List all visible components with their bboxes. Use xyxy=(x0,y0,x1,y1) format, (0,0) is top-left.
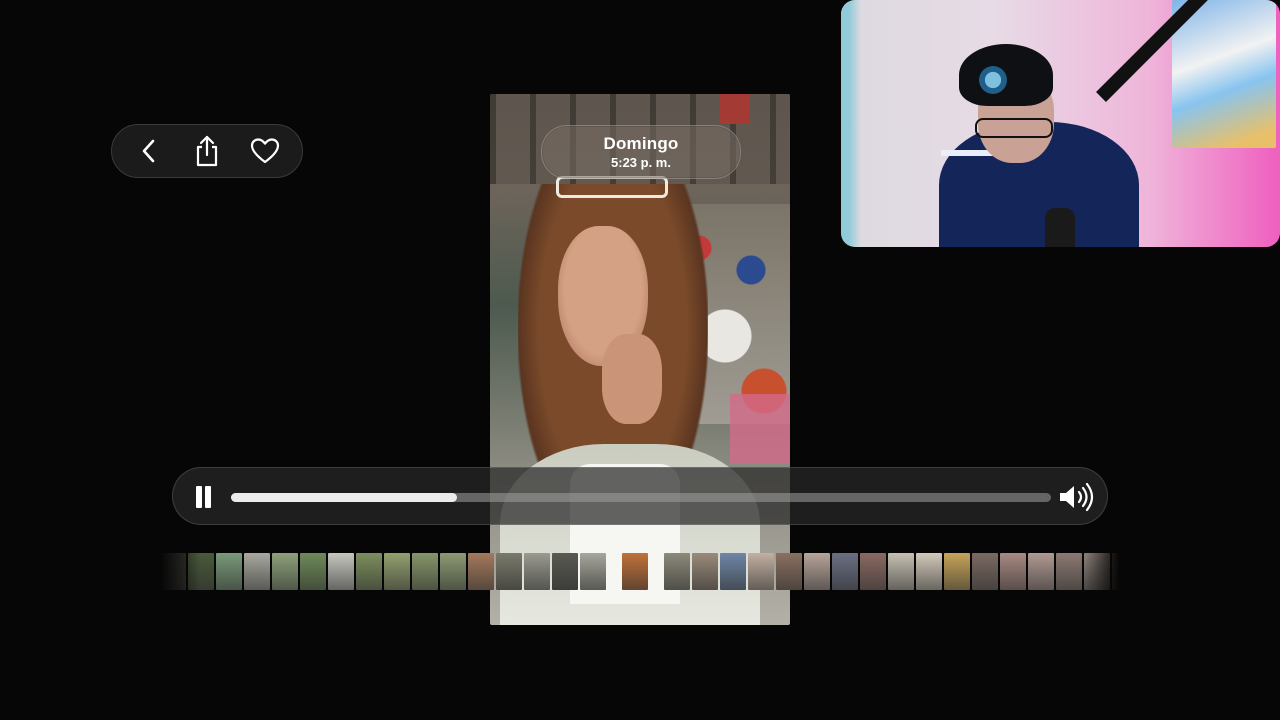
date-label: Domingo xyxy=(603,134,679,153)
filmstrip-thumbnail[interactable] xyxy=(776,553,802,590)
filmstrip-thumbnail[interactable] xyxy=(1000,553,1026,590)
filmstrip-thumbnail[interactable] xyxy=(692,553,718,590)
filmstrip-thumbnail[interactable] xyxy=(552,553,578,590)
filmstrip-thumbnail[interactable] xyxy=(160,553,186,590)
playback-controls xyxy=(172,467,1108,525)
filmstrip-thumbnail[interactable] xyxy=(1028,553,1054,590)
filmstrip-thumbnail[interactable] xyxy=(328,553,354,590)
share-icon xyxy=(196,135,218,167)
video-subject-sunglasses xyxy=(556,176,668,198)
filmstrip-thumbnail[interactable] xyxy=(860,553,886,590)
filmstrip-thumbnail[interactable] xyxy=(440,553,466,590)
filmstrip-thumbnail[interactable] xyxy=(188,553,214,590)
favorite-button[interactable] xyxy=(243,129,287,173)
filmstrip-thumbnail[interactable] xyxy=(916,553,942,590)
filmstrip-thumbnail[interactable] xyxy=(412,553,438,590)
webcam-cap-logo xyxy=(979,66,1007,94)
filmstrip-thumbnail[interactable] xyxy=(944,553,970,590)
back-button[interactable] xyxy=(127,129,171,173)
filmstrip-thumbnail[interactable] xyxy=(888,553,914,590)
filmstrip-thumbnail[interactable] xyxy=(384,553,410,590)
filmstrip-thumbnail[interactable] xyxy=(496,553,522,590)
filmstrip-thumbnail[interactable] xyxy=(720,553,746,590)
pause-button[interactable] xyxy=(189,482,217,512)
filmstrip-thumbnail[interactable] xyxy=(356,553,382,590)
filmstrip-thumbnail[interactable] xyxy=(622,553,648,590)
navigation-controls xyxy=(111,124,303,178)
chevron-left-icon xyxy=(142,139,155,163)
share-button[interactable] xyxy=(185,129,229,173)
filmstrip-thumbnail[interactable] xyxy=(244,553,270,590)
filmstrip-thumbnail[interactable] xyxy=(1056,553,1082,590)
webcam-microphone xyxy=(1045,208,1075,247)
photos-viewer: Domingo 5:23 p. m. xyxy=(0,0,1280,720)
speaker-wave-icon xyxy=(1060,482,1094,512)
webcam-poster xyxy=(1172,0,1276,148)
filmstrip-thumbnail[interactable] xyxy=(1112,553,1138,590)
webcam-wall-light xyxy=(841,0,901,247)
volume-button[interactable] xyxy=(1057,482,1097,512)
scrubber-track[interactable] xyxy=(231,493,1051,502)
video-background-table xyxy=(730,394,790,464)
filmstrip-thumbnail[interactable] xyxy=(972,553,998,590)
scrubber-progress xyxy=(231,493,458,502)
video-background-sign xyxy=(720,94,750,124)
filmstrip-thumbnail[interactable] xyxy=(216,553,242,590)
webcam-person-glasses xyxy=(975,118,1053,138)
date-time-pill: Domingo 5:23 p. m. xyxy=(541,125,741,179)
filmstrip-thumbnail[interactable] xyxy=(1084,553,1110,590)
webcam-overlay xyxy=(841,0,1280,247)
filmstrip-thumbnail[interactable] xyxy=(272,553,298,590)
filmstrip-thumbnail[interactable] xyxy=(748,553,774,590)
filmstrip-thumbnail[interactable] xyxy=(580,553,606,590)
video-subject-hand xyxy=(602,334,662,424)
filmstrip-thumbnail[interactable] xyxy=(300,553,326,590)
heart-icon xyxy=(250,138,280,164)
filmstrip-thumbnail[interactable] xyxy=(804,553,830,590)
filmstrip xyxy=(160,553,1138,590)
filmstrip-thumbnail[interactable] xyxy=(664,553,690,590)
filmstrip-spacer xyxy=(650,553,662,590)
filmstrip-spacer xyxy=(608,553,620,590)
filmstrip-thumbnail[interactable] xyxy=(832,553,858,590)
filmstrip-thumbnail[interactable] xyxy=(468,553,494,590)
filmstrip-thumbnail[interactable] xyxy=(524,553,550,590)
time-label: 5:23 p. m. xyxy=(611,155,671,170)
